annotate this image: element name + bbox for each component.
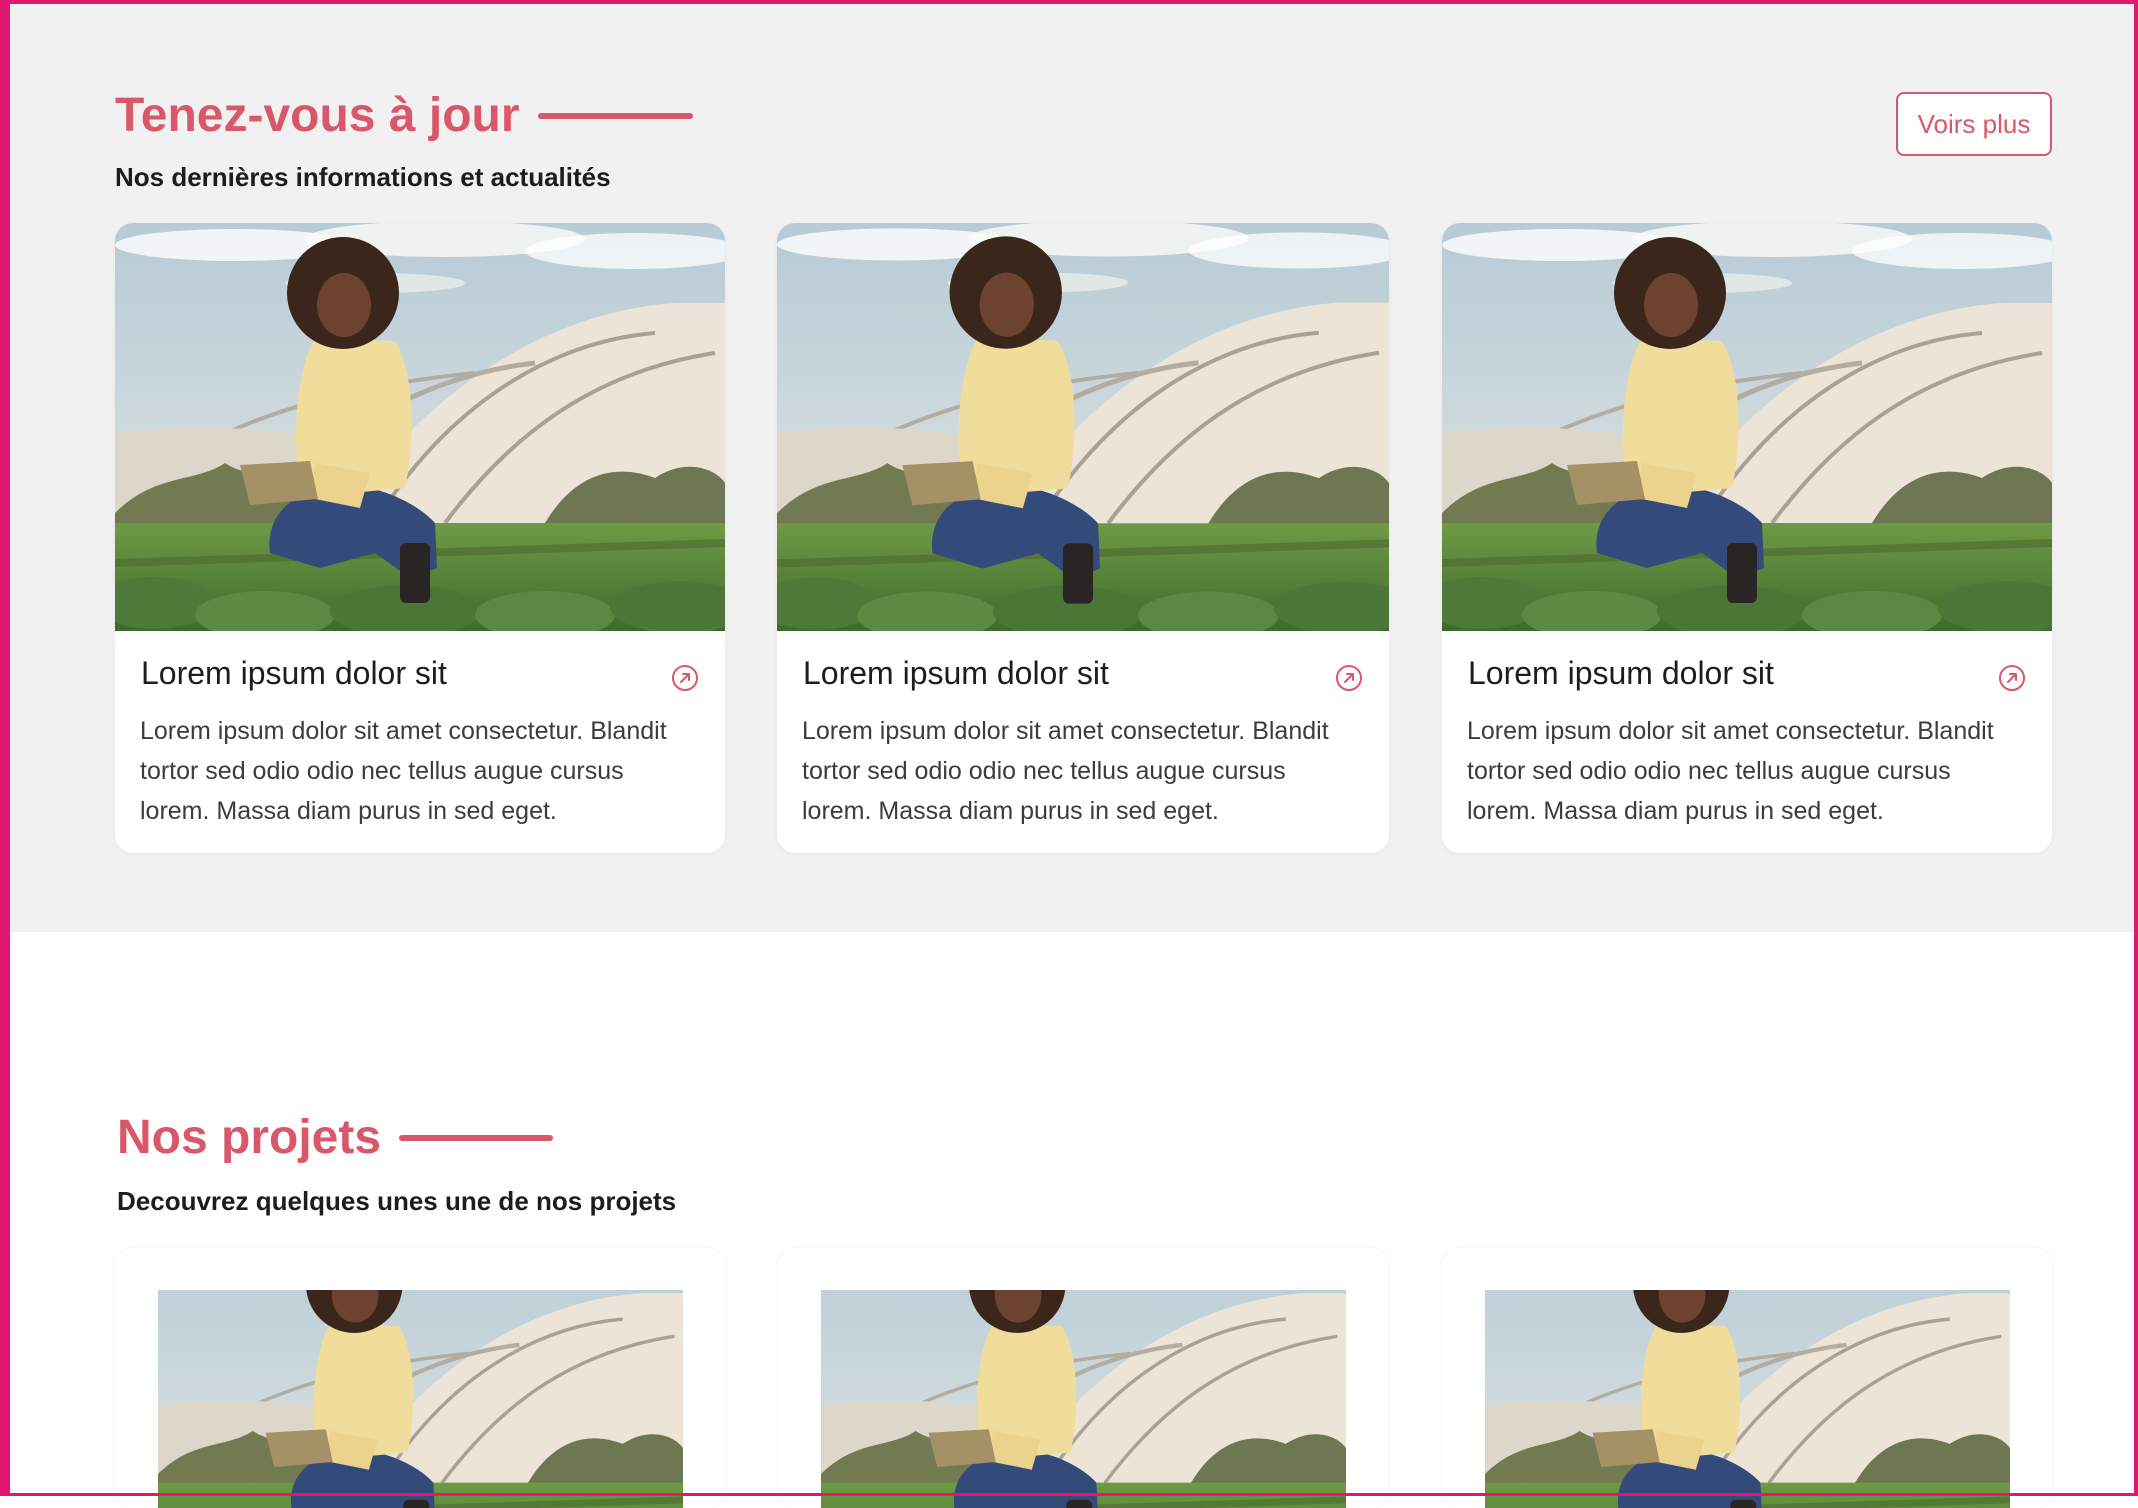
project-card-1[interactable]: [115, 1248, 725, 1508]
news-subtitle: Nos dernières informations et actualités: [115, 162, 611, 192]
project-photo: [158, 1290, 683, 1508]
card-photo: [777, 223, 1389, 631]
project-card-2[interactable]: [778, 1248, 1388, 1508]
projects-subtitle: Decouvrez quelques unes une de nos proje…: [117, 1186, 677, 1216]
arrow-up-right-circle-icon[interactable]: [670, 663, 700, 693]
projects-title-underline: [399, 1134, 554, 1141]
news-card-3[interactable]: Lorem ipsum dolor sit Lorem ipsum dolor …: [1442, 223, 2052, 853]
projects-section-title: Nos projets: [117, 1110, 554, 1165]
arrow-up-right-circle-icon[interactable]: [1334, 663, 1364, 693]
card-photo: [115, 223, 725, 631]
card-description: Lorem ipsum dolor sit amet consectetur. …: [140, 717, 667, 825]
projects-title-text: Nos projets: [117, 1111, 382, 1164]
news-card-2[interactable]: Lorem ipsum dolor sit Lorem ipsum dolor …: [777, 223, 1389, 853]
news-title-underline: [537, 112, 693, 119]
news-title-text: Tenez-vous à jour: [115, 89, 520, 142]
card-description: Lorem ipsum dolor sit amet consectetur. …: [802, 717, 1329, 825]
card-title: Lorem ipsum dolor sit: [803, 655, 1109, 691]
see-more-button[interactable]: Voirs plus: [1896, 92, 2052, 156]
project-photo: [821, 1290, 1346, 1508]
card-title: Lorem ipsum dolor sit: [141, 655, 447, 691]
project-photo: [1485, 1290, 2010, 1508]
arrow-up-right-circle-icon[interactable]: [1997, 663, 2027, 693]
news-section-title: Tenez-vous à jour: [115, 88, 693, 143]
card-photo: [1442, 223, 2052, 631]
project-card-3[interactable]: [1442, 1248, 2052, 1508]
news-card-1[interactable]: Lorem ipsum dolor sit Lorem ipsum dolor …: [115, 223, 725, 853]
card-title: Lorem ipsum dolor sit: [1468, 655, 1774, 691]
card-description: Lorem ipsum dolor sit amet consectetur. …: [1467, 717, 1994, 825]
